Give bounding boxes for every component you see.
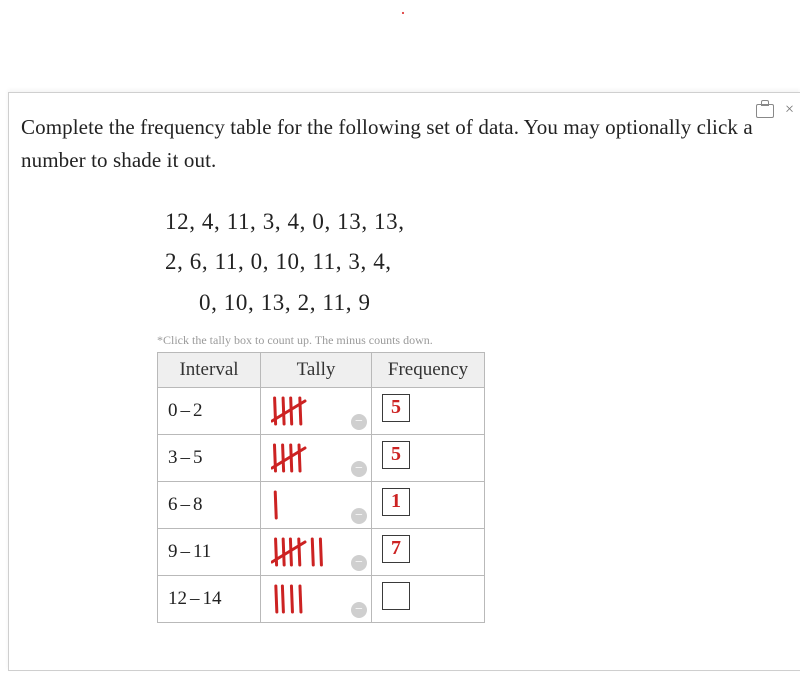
interval-cell: 9–11: [158, 528, 261, 575]
tally-minus-button[interactable]: −: [351, 555, 367, 571]
frequency-value: 1: [383, 489, 409, 515]
tally-cell[interactable]: −: [261, 387, 372, 434]
interval-lo: 9: [168, 541, 178, 562]
stray-mark: ·: [400, 3, 406, 24]
dash: –: [181, 494, 191, 515]
table-row: 9–11 −7: [158, 528, 485, 575]
frequency-cell: [372, 575, 485, 622]
frequency-cell: 1: [372, 481, 485, 528]
col-frequency: Frequency: [372, 352, 485, 387]
frequency-input[interactable]: [382, 582, 410, 610]
table-row: 0–2 −5: [158, 387, 485, 434]
col-tally: Tally: [261, 352, 372, 387]
frequency-value: 5: [383, 442, 409, 468]
frequency-cell: 5: [372, 387, 485, 434]
frequency-table: Interval Tally Frequency 0–2−53–5−56–8−1…: [157, 352, 485, 623]
tally-minus-button[interactable]: −: [351, 461, 367, 477]
table-row: 12–14 −: [158, 575, 485, 622]
tally-cell[interactable]: −: [261, 575, 372, 622]
frequency-input[interactable]: 5: [382, 441, 410, 469]
dataset-numbers[interactable]: 12, 4, 11, 3, 4, 0, 13, 13, 2, 6, 11, 0,…: [165, 202, 780, 323]
frequency-input[interactable]: 7: [382, 535, 410, 563]
close-icon[interactable]: ×: [785, 101, 794, 119]
frequency-cell: 5: [372, 434, 485, 481]
data-row[interactable]: 12, 4, 11, 3, 4, 0, 13, 13,: [165, 202, 780, 242]
table-row: 3–5−5: [158, 434, 485, 481]
frequency-value: 5: [383, 395, 409, 421]
frequency-value: [383, 583, 409, 609]
frequency-value: 7: [383, 536, 409, 562]
tally-minus-button[interactable]: −: [351, 602, 367, 618]
interval-cell: 6–8: [158, 481, 261, 528]
interval-lo: 12: [168, 588, 187, 609]
interval-hi: 5: [193, 447, 203, 468]
dash: –: [190, 588, 200, 609]
data-row[interactable]: 2, 6, 11, 0, 10, 11, 3, 4,: [165, 242, 780, 282]
tally-minus-button[interactable]: −: [351, 414, 367, 430]
interval-lo: 6: [168, 494, 178, 515]
tally-hint: *Click the tally box to count up. The mi…: [157, 333, 780, 348]
frequency-cell: 7: [372, 528, 485, 575]
interval-lo: 0: [168, 400, 178, 421]
interval-hi: 2: [193, 400, 203, 421]
dash: –: [181, 541, 191, 562]
interval-hi: 8: [193, 494, 203, 515]
frequency-input[interactable]: 1: [382, 488, 410, 516]
tally-cell[interactable]: −: [261, 481, 372, 528]
tally-minus-button[interactable]: −: [351, 508, 367, 524]
col-interval: Interval: [158, 352, 261, 387]
table-row: 6–8 −1: [158, 481, 485, 528]
interval-cell: 0–2: [158, 387, 261, 434]
prompt-line-2: number to shade it out.: [21, 148, 216, 172]
tally-cell[interactable]: −: [261, 528, 372, 575]
data-row[interactable]: 0, 10, 13, 2, 11, 9: [165, 283, 780, 323]
interval-cell: 12–14: [158, 575, 261, 622]
question-panel: × Complete the frequency table for the f…: [8, 92, 800, 671]
prompt-line-1: Complete the frequency table for the fol…: [21, 115, 753, 139]
frequency-input[interactable]: 5: [382, 394, 410, 422]
dash: –: [181, 447, 191, 468]
question-prompt: Complete the frequency table for the fol…: [21, 111, 780, 176]
interval-hi: 11: [193, 541, 211, 562]
interval-cell: 3–5: [158, 434, 261, 481]
dash: –: [181, 400, 191, 421]
interval-hi: 14: [203, 588, 222, 609]
tally-cell[interactable]: −: [261, 434, 372, 481]
interval-lo: 3: [168, 447, 178, 468]
